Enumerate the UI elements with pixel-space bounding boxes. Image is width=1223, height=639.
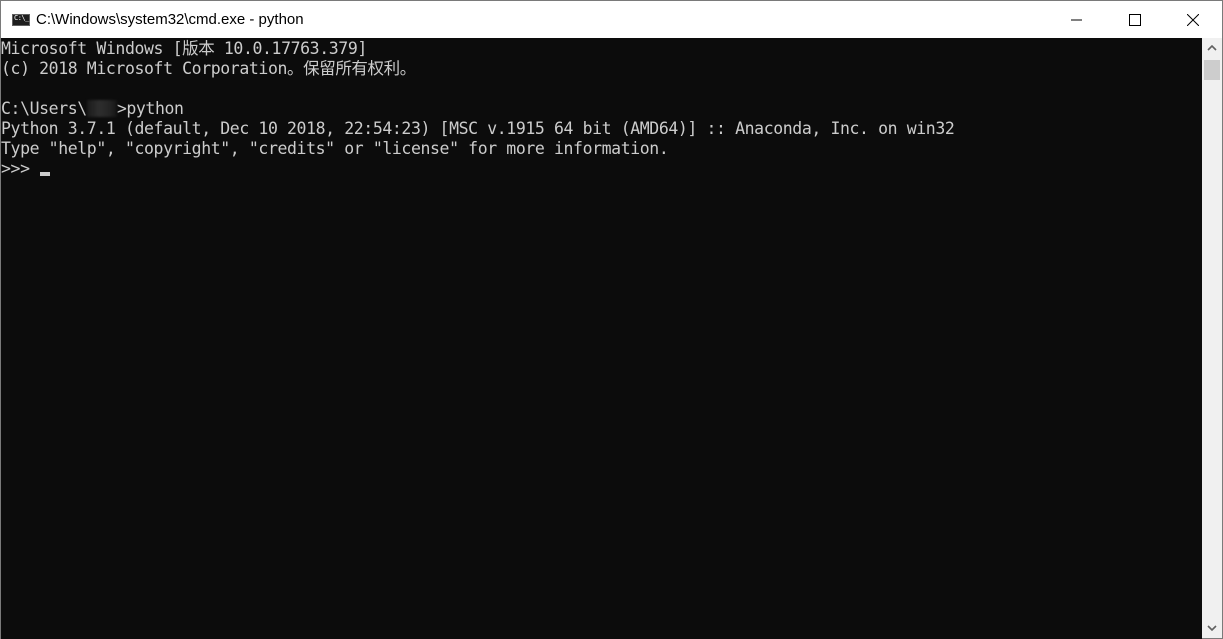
chevron-up-icon <box>1207 45 1217 51</box>
command-text: >python <box>116 99 184 118</box>
close-icon <box>1187 13 1199 26</box>
terminal-line: Type "help", "copyright", "credits" or "… <box>1 139 669 158</box>
scroll-up-button[interactable] <box>1202 38 1222 58</box>
terminal-output[interactable]: Microsoft Windows [版本 10.0.17763.379] (c… <box>1 38 1202 639</box>
terminal-line: Python 3.7.1 (default, Dec 10 2018, 22:5… <box>1 119 955 138</box>
terminal-line-prompt[interactable]: >>> <box>1 159 1202 179</box>
title-bar[interactable]: C:\Windows\system32\cmd.exe - python <box>1 1 1222 38</box>
close-button[interactable] <box>1164 1 1222 38</box>
minimize-button[interactable] <box>1048 1 1106 38</box>
python-prompt: >>> <box>1 159 30 178</box>
maximize-icon <box>1129 13 1141 26</box>
maximize-button[interactable] <box>1106 1 1164 38</box>
cmd-window: C:\Windows\system32\cmd.exe - python Mic… <box>0 0 1223 639</box>
vertical-scrollbar[interactable] <box>1202 38 1222 638</box>
cmd-icon[interactable] <box>12 13 30 26</box>
window-controls <box>1048 1 1222 38</box>
scrollbar-thumb[interactable] <box>1204 60 1220 80</box>
text-cursor <box>39 172 50 176</box>
terminal-line: (c) 2018 Microsoft Corporation。保留所有权利。 <box>1 59 416 78</box>
window-title: C:\Windows\system32\cmd.exe - python <box>36 11 304 28</box>
chevron-down-icon <box>1207 625 1217 631</box>
scroll-down-button[interactable] <box>1202 618 1222 638</box>
prompt-path: C:\Users\ <box>1 99 87 118</box>
terminal-line: Microsoft Windows [版本 10.0.17763.379] <box>1 39 367 58</box>
terminal-line-command: C:\Users\ >python <box>1 99 1202 119</box>
minimize-icon <box>1071 19 1082 20</box>
redacted-username <box>86 100 117 117</box>
